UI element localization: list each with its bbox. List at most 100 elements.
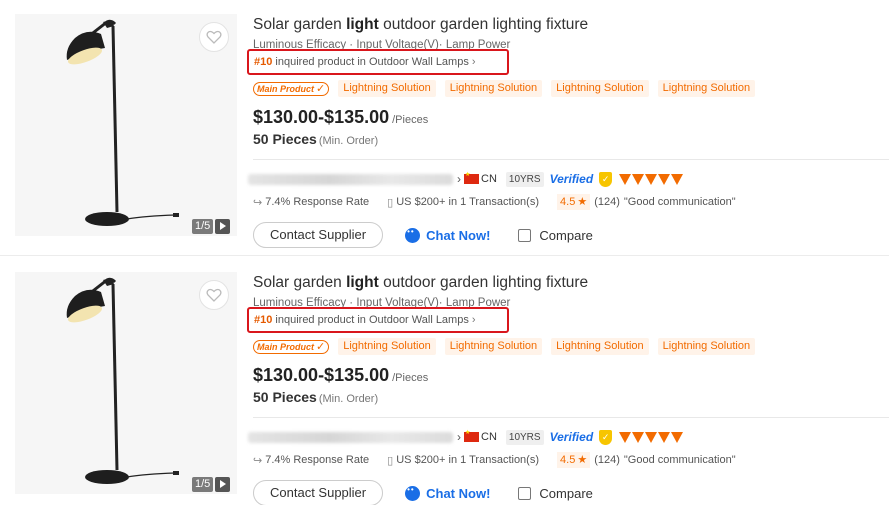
image-counter[interactable]: 1/5 (192, 219, 231, 234)
title-keyword: light (346, 274, 379, 291)
document-icon: ▯ (387, 196, 394, 209)
title-text: outdoor garden lighting fixture (378, 274, 589, 291)
check-icon: ✓ (316, 340, 326, 353)
check-icon: ✓ (316, 82, 326, 95)
price-range: $130.00-$135.00/Pieces (253, 365, 428, 386)
title-text: outdoor garden lighting fixture (378, 16, 589, 33)
ranking-link[interactable]: #10 inquired product in Outdoor Wall Lam… (247, 49, 509, 75)
action-row: Contact Supplier Chat Now! Compare (253, 480, 593, 505)
rank-number: #10 (254, 314, 273, 326)
tag-row: Main Product ✓ Lightning Solution Lightni… (253, 80, 756, 97)
product-title[interactable]: Solar garden light outdoor garden lighti… (253, 14, 883, 36)
moq-quantity: 50 Pieces (253, 389, 317, 405)
compare-checkbox[interactable]: Compare (518, 485, 593, 501)
chevron-right-icon: › (471, 56, 476, 68)
product-title[interactable]: Solar garden light outdoor garden lighti… (253, 272, 883, 294)
supplier-name-blurred[interactable] (248, 431, 453, 443)
star-icon: ★ (577, 454, 588, 466)
verified-badge[interactable]: Verified (550, 172, 594, 186)
action-row: Contact Supplier Chat Now! Compare (253, 222, 593, 248)
review-count[interactable]: (124) (594, 454, 620, 466)
product-tag[interactable]: Lightning Solution (657, 80, 756, 97)
chevron-right-icon: › (457, 430, 461, 444)
chevron-right-icon: › (457, 172, 461, 186)
contact-supplier-button[interactable]: Contact Supplier (253, 222, 384, 248)
compare-label: Compare (539, 227, 593, 243)
diamond-icon (619, 173, 632, 185)
review-count[interactable]: (124) (594, 196, 620, 208)
rank-number: #10 (254, 56, 273, 68)
diamond-icon (671, 173, 684, 185)
main-product-badge: Main Product ✓ (253, 339, 330, 354)
ranking-link[interactable]: #10 inquired product in Outdoor Wall Lam… (247, 307, 509, 333)
price-amount: $130.00-$135.00 (253, 365, 390, 385)
tag-row: Main Product ✓ Lightning Solution Lightni… (253, 338, 756, 355)
transactions: US $200+ in 1 Transaction(s) (396, 454, 540, 466)
chat-now-button[interactable]: Chat Now! (405, 227, 491, 243)
compare-checkbox[interactable]: Compare (518, 227, 593, 243)
rating-badge: 4.5 ★ (557, 452, 591, 468)
compare-label: Compare (539, 485, 593, 501)
supplier-row[interactable]: › CN 10YRS Verified ✓ (248, 171, 684, 187)
years-badge: 10YRS (505, 171, 544, 187)
product-tag[interactable]: Lightning Solution (444, 80, 543, 97)
rating-value: 4.5 (560, 196, 576, 208)
supplier-metrics: ↪ 7.4% Response Rate ▯ US $200+ in 1 Tra… (253, 452, 736, 468)
moq-quantity: 50 Pieces (253, 131, 317, 147)
moq-label: (Min. Order) (318, 393, 379, 405)
contact-supplier-button[interactable]: Contact Supplier (253, 480, 384, 505)
product-tag[interactable]: Lightning Solution (551, 338, 649, 355)
diamond-icon (658, 431, 671, 443)
supplier-diamonds (619, 431, 684, 443)
rank-text: inquired product in Outdoor Wall Lamps (272, 56, 469, 68)
min-order: 50 Pieces (Min. Order) (253, 131, 378, 149)
price-amount: $130.00-$135.00 (253, 107, 390, 127)
favorite-heart-icon[interactable] (199, 280, 229, 310)
diamond-icon (671, 431, 684, 443)
diamond-icon (645, 173, 658, 185)
image-counter[interactable]: 1/5 (192, 477, 231, 492)
star-icon: ★ (577, 196, 588, 208)
product-tag[interactable]: Lightning Solution (338, 80, 436, 97)
product-tag[interactable]: Lightning Solution (338, 338, 436, 355)
transactions: US $200+ in 1 Transaction(s) (396, 196, 540, 208)
china-flag-icon (464, 429, 479, 442)
chat-label: Chat Now! (426, 485, 491, 501)
divider (253, 159, 889, 160)
product-image[interactable]: 1/5 (15, 14, 237, 236)
chat-label: Chat Now! (426, 227, 491, 243)
diamond-icon (645, 431, 658, 443)
diamond-icon (632, 173, 645, 185)
image-counter-text: 1/5 (192, 477, 214, 492)
product-image[interactable]: 1/5 (15, 272, 237, 494)
checkbox[interactable] (518, 486, 532, 500)
product-listing: 1/5 Solar garden light outdoor garden li… (0, 0, 889, 258)
listing-separator (0, 255, 889, 256)
gold-supplier-shield-icon: ✓ (599, 171, 613, 187)
chat-bubble-icon (405, 485, 421, 501)
review-quote: "Good communication" (623, 196, 736, 208)
product-tag[interactable]: Lightning Solution (657, 338, 756, 355)
title-text: Solar garden (253, 16, 347, 33)
product-listing: 1/5 Solar garden light outdoor garden li… (0, 258, 889, 505)
chat-now-button[interactable]: Chat Now! (405, 485, 491, 501)
gold-supplier-shield-icon: ✓ (599, 429, 613, 445)
document-icon: ▯ (387, 454, 394, 467)
play-icon[interactable] (215, 219, 231, 234)
product-tag[interactable]: Lightning Solution (551, 80, 649, 97)
product-info: Solar garden light outdoor garden lighti… (247, 272, 889, 505)
product-tag[interactable]: Lightning Solution (444, 338, 543, 355)
diamond-icon (658, 173, 671, 185)
product-info: Solar garden light outdoor garden lighti… (247, 14, 889, 248)
supplier-name-blurred[interactable] (248, 173, 453, 185)
main-product-badge: Main Product ✓ (253, 81, 330, 96)
review-quote: "Good communication" (623, 454, 736, 466)
play-icon[interactable] (215, 477, 231, 492)
diamond-icon (632, 431, 645, 443)
image-counter-text: 1/5 (192, 219, 214, 234)
verified-badge[interactable]: Verified (550, 430, 594, 444)
country-code: CN (481, 431, 497, 443)
supplier-row[interactable]: › CN 10YRS Verified ✓ (248, 429, 684, 445)
favorite-heart-icon[interactable] (199, 22, 229, 52)
checkbox[interactable] (518, 228, 532, 242)
